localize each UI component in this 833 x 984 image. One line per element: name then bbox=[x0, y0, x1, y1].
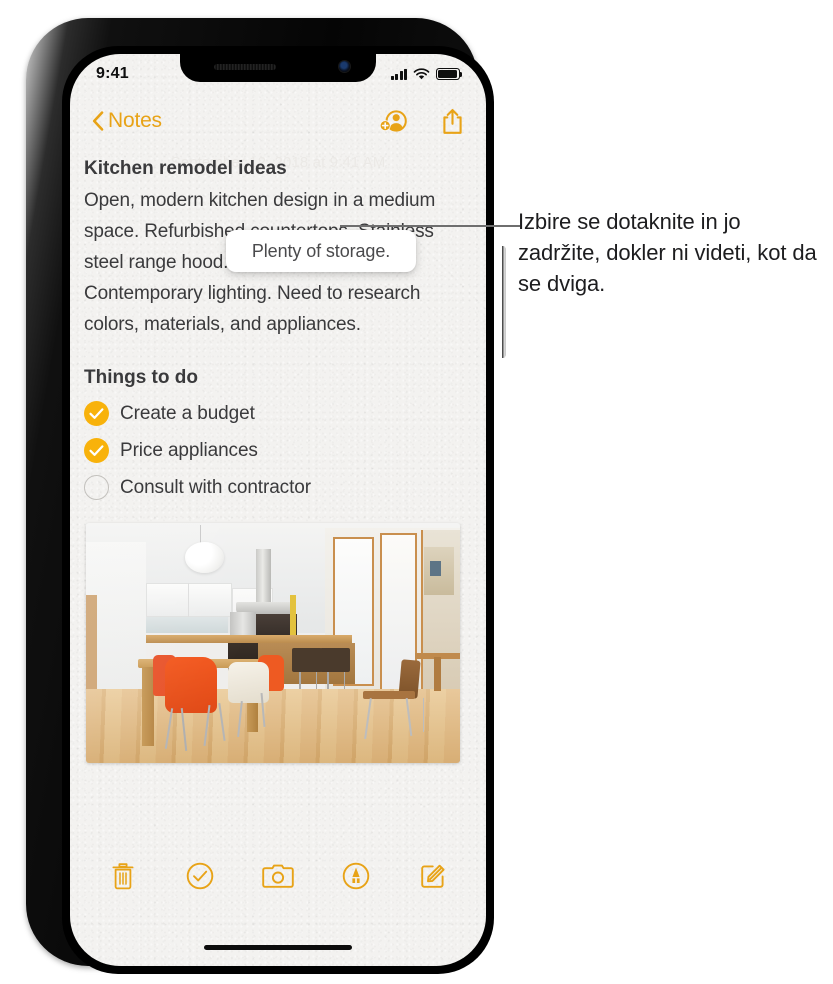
chevron-left-icon bbox=[92, 111, 104, 131]
checkmark-icon bbox=[89, 445, 104, 456]
back-to-notes-button[interactable]: Notes bbox=[92, 109, 162, 133]
camera-button[interactable] bbox=[256, 854, 300, 898]
share-icon[interactable] bbox=[441, 108, 464, 135]
markup-pen-icon bbox=[342, 862, 369, 890]
note-title: Kitchen remodel ideas bbox=[84, 158, 287, 179]
compose-icon bbox=[421, 864, 445, 888]
note-photo[interactable] bbox=[86, 523, 460, 763]
power-button[interactable] bbox=[502, 246, 506, 358]
callout-leader-line bbox=[340, 225, 520, 227]
status-time: 9:41 bbox=[96, 65, 129, 82]
todo-label: Price appliances bbox=[120, 439, 258, 461]
status-icons bbox=[390, 64, 463, 80]
wifi-icon bbox=[413, 68, 430, 80]
note-body: Kitchen remodel ideas Open, modern kitch… bbox=[70, 154, 486, 966]
add-person-icon[interactable] bbox=[379, 109, 407, 133]
home-indicator[interactable] bbox=[204, 944, 352, 950]
checkmark-icon bbox=[89, 408, 104, 419]
checklist-button[interactable] bbox=[178, 854, 222, 898]
nav-bar: Notes bbox=[70, 98, 486, 144]
trash-icon bbox=[112, 863, 134, 890]
markup-button[interactable] bbox=[334, 854, 378, 898]
checkbox-checked-icon[interactable] bbox=[84, 438, 109, 463]
nav-actions bbox=[379, 108, 464, 135]
lifted-option-tooltip[interactable]: Plenty of storage. bbox=[226, 230, 416, 272]
delete-button[interactable] bbox=[101, 854, 145, 898]
earpiece-speaker bbox=[214, 64, 276, 70]
back-label: Notes bbox=[108, 109, 162, 132]
checkbox-empty-icon[interactable] bbox=[84, 475, 109, 500]
checkbox-checked-icon[interactable] bbox=[84, 401, 109, 426]
todo-item-0[interactable]: Create a budget bbox=[84, 395, 474, 432]
todo-item-2[interactable]: Consult with contractor bbox=[84, 469, 474, 506]
callout-text: Izbire se dotaknite in jo zadržite, dokl… bbox=[518, 209, 817, 296]
todo-item-1[interactable]: Price appliances bbox=[84, 432, 474, 469]
todo-label: Create a budget bbox=[120, 402, 255, 424]
todo-heading: Things to do bbox=[84, 367, 198, 388]
checkmark-circle-icon bbox=[187, 862, 214, 890]
compose-button[interactable] bbox=[411, 854, 455, 898]
phone-screen: 9:41 Notes September 12, 2018 at 9:41 AM… bbox=[70, 54, 486, 966]
signal-bars-icon bbox=[390, 68, 407, 80]
battery-icon bbox=[436, 68, 463, 80]
lifted-option-label: Plenty of storage. bbox=[251, 240, 391, 261]
todo-label: Consult with contractor bbox=[120, 476, 311, 498]
note-toolbar bbox=[70, 848, 486, 904]
front-camera-icon bbox=[339, 61, 350, 72]
camera-icon bbox=[262, 864, 294, 888]
notch bbox=[180, 54, 376, 82]
phone-device: 9:41 Notes September 12, 2018 at 9:41 AM… bbox=[26, 18, 506, 974]
